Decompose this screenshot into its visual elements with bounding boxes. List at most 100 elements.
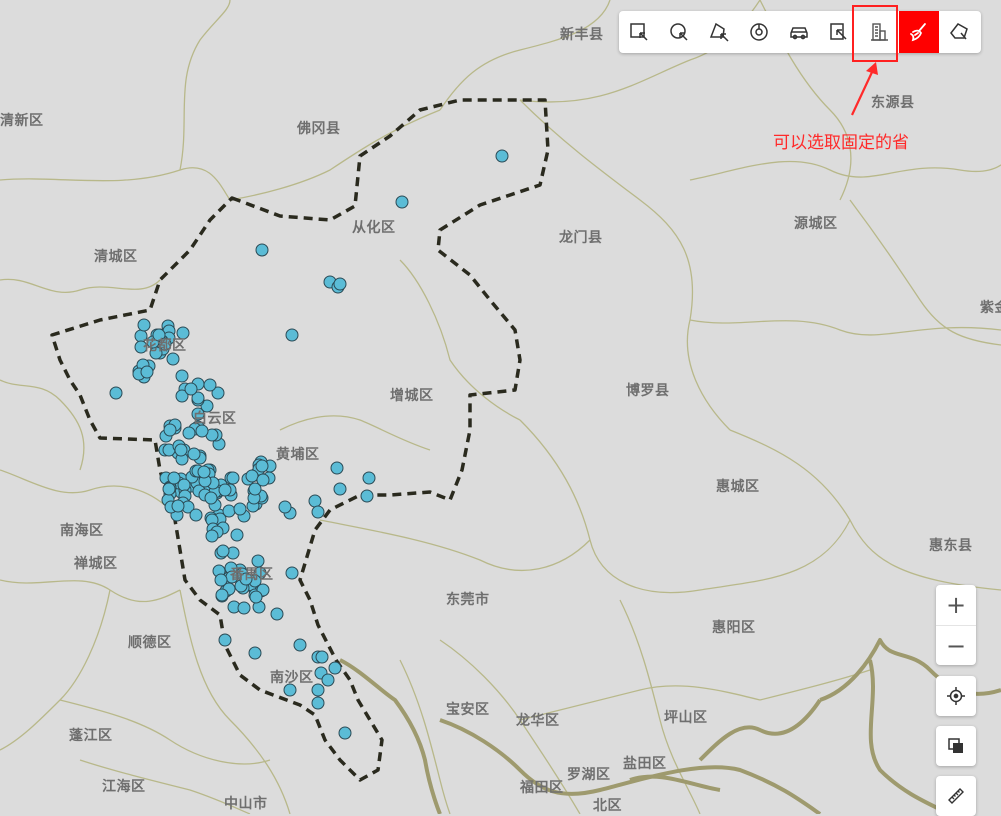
poi-marker[interactable] xyxy=(249,590,263,604)
poi-marker[interactable] xyxy=(333,482,347,496)
poi-marker[interactable] xyxy=(189,508,203,522)
poi-marker[interactable] xyxy=(175,369,189,383)
place-label-huangpu: 黄埔区 xyxy=(276,447,320,463)
place-label-conghua: 从化区 xyxy=(352,220,396,236)
poi-marker[interactable] xyxy=(205,529,219,543)
ruler-icon xyxy=(948,788,964,804)
place-label-baiyun: 白云区 xyxy=(193,411,237,427)
free-select-button[interactable] xyxy=(939,11,979,53)
place-label-fogang: 佛冈县 xyxy=(297,121,341,137)
poi-marker[interactable] xyxy=(214,573,228,587)
locate-icon xyxy=(947,687,965,705)
zoom-in-button[interactable]: + xyxy=(936,585,976,625)
place-label-beiqu: 北区 xyxy=(593,798,622,814)
place-label-longhua: 龙华区 xyxy=(516,713,560,729)
poi-marker[interactable] xyxy=(203,378,217,392)
poi-marker[interactable] xyxy=(395,195,409,209)
zoom-out-button[interactable]: − xyxy=(936,625,976,666)
poi-marker[interactable] xyxy=(226,471,240,485)
poi-marker[interactable] xyxy=(362,471,376,485)
poi-marker[interactable] xyxy=(321,673,335,687)
poi-marker[interactable] xyxy=(360,489,374,503)
circle-select-button[interactable] xyxy=(659,11,699,53)
poi-marker[interactable] xyxy=(311,505,325,519)
zoom-control: + − xyxy=(936,585,976,665)
measure-button[interactable] xyxy=(936,776,976,816)
car-route-icon xyxy=(790,27,808,40)
poi-marker[interactable] xyxy=(140,365,154,379)
poi-marker[interactable] xyxy=(333,277,347,291)
poi-marker[interactable] xyxy=(285,328,299,342)
layers-button[interactable] xyxy=(936,726,976,766)
place-label-huadu: 花都区 xyxy=(143,338,187,354)
region-select-icon xyxy=(830,23,847,40)
place-label-huicheng: 惠城区 xyxy=(716,479,760,495)
poi-marker[interactable] xyxy=(137,318,151,332)
place-label-futian: 福田区 xyxy=(520,780,564,796)
poi-marker[interactable] xyxy=(245,469,259,483)
poi-marker[interactable] xyxy=(278,500,292,514)
clear-button[interactable] xyxy=(899,11,939,53)
poi-marker[interactable] xyxy=(222,504,236,518)
poi-marker[interactable] xyxy=(187,447,201,461)
poi-marker[interactable] xyxy=(163,423,177,437)
poi-marker[interactable] xyxy=(218,483,232,497)
map-canvas[interactable] xyxy=(0,0,1001,814)
poi-marker[interactable] xyxy=(184,382,198,396)
polygon-select-icon xyxy=(709,22,729,42)
layers-icon xyxy=(948,738,963,753)
poi-marker[interactable] xyxy=(237,601,251,615)
highlight-box xyxy=(852,5,898,62)
place-label-baoan: 宝安区 xyxy=(446,702,490,718)
poi-marker[interactable] xyxy=(293,638,307,652)
poi-marker[interactable] xyxy=(216,544,230,558)
place-label-zijin: 紫金 xyxy=(980,300,1001,316)
polygon-select-button[interactable] xyxy=(699,11,739,53)
place-label-boluo: 博罗县 xyxy=(626,383,670,399)
rect-select-button[interactable] xyxy=(619,11,659,53)
poi-marker[interactable] xyxy=(167,471,181,485)
place-label-nansha: 南沙区 xyxy=(270,670,314,686)
poi-marker[interactable] xyxy=(311,696,325,710)
poi-marker[interactable] xyxy=(338,726,352,740)
rect-select-icon xyxy=(630,23,648,41)
poi-marker[interactable] xyxy=(204,491,218,505)
poi-marker[interactable] xyxy=(495,149,509,163)
poi-marker[interactable] xyxy=(328,661,342,675)
place-label-xinxin: 清新区 xyxy=(0,113,44,129)
poi-marker[interactable] xyxy=(315,650,329,664)
poi-marker[interactable] xyxy=(255,459,269,473)
place-label-zhongshan: 中山市 xyxy=(224,796,268,812)
poi-marker[interactable] xyxy=(215,588,229,602)
poi-marker[interactable] xyxy=(109,386,123,400)
place-label-xinfeng: 新丰县 xyxy=(560,27,604,43)
place-label-panyu: 番禺区 xyxy=(230,567,274,583)
radius-select-button[interactable] xyxy=(739,11,779,53)
poi-marker[interactable] xyxy=(270,607,284,621)
coastline xyxy=(339,638,1001,814)
place-label-qingcheng: 清城区 xyxy=(94,249,138,265)
poi-marker[interactable] xyxy=(248,646,262,660)
broom-icon xyxy=(910,23,926,42)
poi-marker[interactable] xyxy=(174,443,188,457)
locate-button[interactable] xyxy=(936,676,976,716)
poi-marker[interactable] xyxy=(285,566,299,580)
poi-marker[interactable] xyxy=(230,528,244,542)
poi-marker[interactable] xyxy=(182,426,196,440)
annotation-text: 可以选取固定的省 xyxy=(773,133,909,153)
route-select-button[interactable] xyxy=(779,11,819,53)
poi-marker[interactable] xyxy=(171,499,185,513)
poi-marker[interactable] xyxy=(255,243,269,257)
poi-marker[interactable] xyxy=(218,633,232,647)
poi-marker[interactable] xyxy=(233,502,247,516)
place-label-dongguan: 东莞市 xyxy=(446,592,490,608)
poi-marker[interactable] xyxy=(330,461,344,475)
place-label-zengcheng: 增城区 xyxy=(390,388,434,404)
poi-marker[interactable] xyxy=(256,473,270,487)
poi-marker[interactable] xyxy=(197,465,211,479)
poi-marker[interactable] xyxy=(162,482,176,496)
selection-toolbar xyxy=(619,11,981,53)
poi-marker[interactable] xyxy=(308,494,322,508)
radius-select-icon xyxy=(750,23,768,41)
circle-select-icon xyxy=(670,23,688,41)
